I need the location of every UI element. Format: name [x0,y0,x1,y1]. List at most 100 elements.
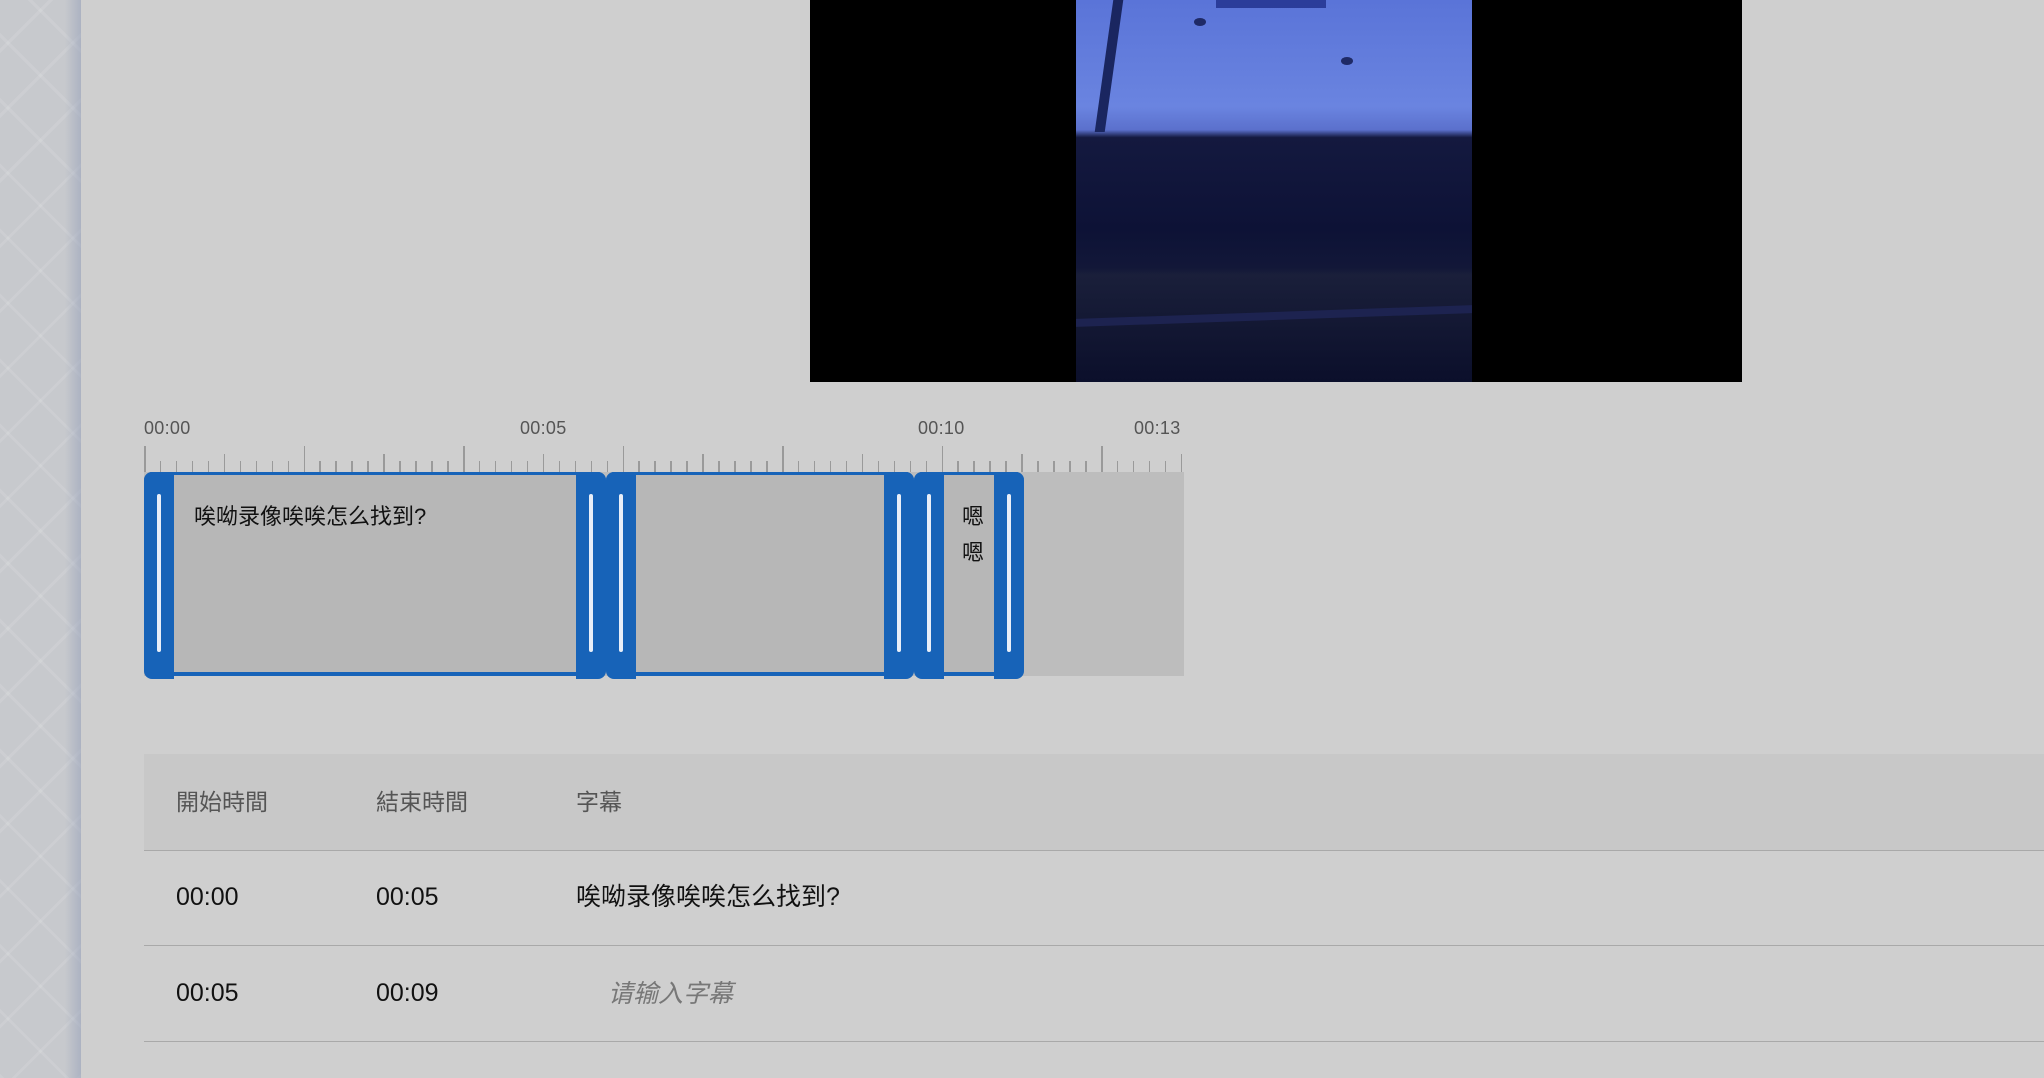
timeline-segment[interactable] [606,472,914,679]
ruler-tick [287,461,290,472]
ruler-tick [734,461,736,472]
ruler-tick [1148,461,1151,472]
ruler-tick [702,454,704,472]
ruler-tick [526,461,529,472]
ruler-tick [638,461,640,472]
start-time-cell: 00:05 [176,979,239,1007]
ruler-tick [670,461,672,472]
subtitle-cell[interactable]: 唉呦录像唉唉怎么找到? [576,850,840,945]
ruler-tick [797,461,800,472]
ruler-tick [782,446,784,472]
segment-text: 唉呦录像唉唉怎么找到? [194,504,427,529]
ruler-tick [861,454,864,472]
ruler-tick [1180,454,1183,472]
segment-end-handle[interactable] [576,472,606,679]
ruler-tick [399,461,401,472]
timeline-track[interactable]: 唉呦录像唉唉怎么找到? 嗯嗯 [144,472,1184,679]
ruler-tick [893,461,896,472]
ruler-tick [351,461,353,472]
ruler-tick [383,454,385,472]
ruler-tick [319,461,321,472]
ruler-tick [478,461,481,472]
timeline-ruler[interactable]: 00:00 00:05 00:10 00:13 [144,418,1184,472]
timeline-segment[interactable]: 唉呦录像唉唉怎么找到? [144,472,606,679]
ruler-tick [813,461,816,472]
ruler-tick [159,461,162,472]
ruler-tick [606,461,609,472]
segment-text: 嗯嗯 [962,504,985,565]
ruler-tick [558,461,561,472]
ruler-tick [1005,461,1007,472]
ruler-tick [542,454,545,472]
ruler-label: 00:13 [1134,418,1181,438]
ruler-tick [335,461,337,472]
subtitle-input[interactable] [606,968,1310,1020]
ruler-tick [989,461,991,472]
ruler-tick [1021,454,1023,472]
ruler-ticks [144,442,1184,472]
ruler-tick [718,461,720,472]
ruler-label: 00:05 [520,418,567,438]
ruler-tick [845,461,848,472]
ruler-label: 00:10 [918,418,965,438]
ruler-tick [255,461,258,472]
ruler-tick [622,446,624,472]
table-row[interactable]: 00:05 00:09 [144,946,2044,1042]
ruler-tick [1116,461,1119,472]
ruler-tick [941,446,943,472]
ruler-tick [957,461,959,472]
ruler-tick [144,446,146,472]
segment-start-handle[interactable] [914,472,944,679]
ruler-tick [1037,461,1039,472]
ruler-tick [510,461,513,472]
ruler-tick [654,461,656,472]
ruler-tick [686,461,688,472]
start-time-cell: 00:00 [176,883,239,911]
sidebar-edge [0,0,81,1078]
table-row[interactable]: 00:00 00:05 唉呦录像唉唉怎么找到? [144,850,2044,946]
column-header-subtitle: 字幕 [576,789,622,815]
segment-end-handle[interactable] [884,472,914,679]
ruler-tick [207,461,210,472]
ruler-tick [223,454,226,472]
end-time-cell: 00:09 [376,979,439,1007]
ruler-tick [973,461,975,472]
ruler-tick [1053,461,1055,472]
video-frame [1076,0,1472,382]
subtitle-table-header: 開始時間 結束時間 字幕 [144,754,2044,851]
ruler-tick [431,461,433,472]
ruler-tick [239,461,242,472]
ruler-tick [1132,461,1135,472]
ruler-tick [303,446,305,472]
ruler-tick [909,461,912,472]
ruler-label: 00:00 [144,418,191,438]
ruler-tick [415,461,417,472]
ruler-tick [463,446,465,472]
subtitle-editor: 00:00 00:05 00:10 00:13 唉呦录像唉唉怎么找到? 嗯嗯 開… [0,0,2044,1078]
segment-start-handle[interactable] [144,472,174,679]
ruler-tick [829,461,832,472]
ruler-tick [1069,461,1071,472]
video-player[interactable] [810,0,1742,382]
column-header-start: 開始時間 [176,789,268,815]
end-time-cell: 00:05 [376,883,439,911]
segment-start-handle[interactable] [606,472,636,679]
ruler-tick [1164,461,1167,472]
column-header-end: 結束時間 [376,789,468,815]
ruler-tick [271,461,274,472]
ruler-tick [1085,461,1087,472]
ruler-tick [574,461,577,472]
ruler-tick [925,461,928,472]
ruler-tick [766,461,768,472]
ruler-tick [367,461,369,472]
timeline-segment[interactable]: 嗯嗯 [914,472,1024,679]
ruler-tick [494,461,497,472]
ruler-tick [590,461,593,472]
ruler-tick [1101,446,1103,472]
ruler-tick [447,461,449,472]
ruler-tick [175,461,178,472]
ruler-tick [877,461,880,472]
ruler-tick [750,461,752,472]
segment-end-handle[interactable] [994,472,1024,679]
ruler-tick [191,461,194,472]
